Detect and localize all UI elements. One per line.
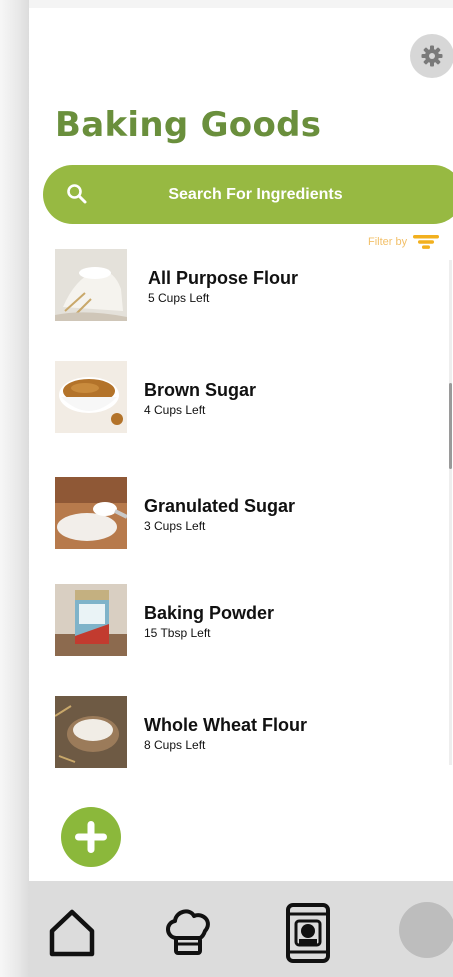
chef-hat-icon (166, 909, 210, 955)
ingredient-quantity: 5 Cups Left (148, 291, 210, 305)
ingredient-quantity: 8 Cups Left (144, 738, 206, 752)
window-edge (0, 0, 29, 977)
filter-label: Filter by (368, 236, 408, 248)
sugar-spoon-photo (55, 477, 127, 549)
ingredient-quantity: 15 Tbsp Left (144, 626, 211, 640)
app-screen: Baking Goods Search For Ingredients Filt… (29, 8, 453, 977)
ingredient-item-brown-sugar[interactable]: Brown Sugar 4 Cups Left (55, 361, 435, 433)
flour-sack-photo (55, 249, 127, 321)
flour-bowl-photo (55, 696, 127, 768)
ingredient-item-whole-wheat-flour[interactable]: Whole Wheat Flour 8 Cups Left (55, 696, 435, 768)
filter-button[interactable]: Filter by (368, 235, 440, 249)
settings-button[interactable] (410, 34, 453, 78)
scrollbar-track[interactable] (449, 260, 452, 765)
page-title: Baking Goods (55, 105, 322, 145)
ingredient-name: Granulated Sugar (144, 496, 296, 516)
nav-home[interactable] (42, 905, 102, 961)
nav-recipes[interactable] (158, 905, 218, 961)
ingredient-quantity: 3 Cups Left (144, 519, 206, 533)
ingredient-name: Whole Wheat Flour (144, 715, 307, 735)
brown-sugar-bowl-photo (55, 361, 127, 433)
nav-pantry[interactable] (278, 903, 338, 963)
bottom-nav (29, 881, 453, 977)
gear-icon (421, 45, 443, 67)
status-strip (29, 0, 453, 8)
ingredient-item-all-purpose-flour[interactable]: All Purpose Flour 5 Cups Left (55, 249, 435, 321)
filter-icon (413, 235, 440, 249)
add-ingredient-button[interactable] (61, 807, 121, 867)
search-input[interactable]: Search For Ingredients (43, 165, 453, 224)
ingredient-name: Brown Sugar (144, 380, 257, 400)
ingredient-item-granulated-sugar[interactable]: Granulated Sugar 3 Cups Left (55, 477, 435, 549)
scrollbar-thumb[interactable] (449, 383, 452, 469)
ingredient-name: All Purpose Flour (148, 268, 299, 288)
home-icon (49, 909, 95, 957)
search-placeholder: Search For Ingredients (168, 186, 343, 203)
ingredient-item-baking-powder[interactable]: Baking Powder 15 Tbsp Left (55, 584, 435, 656)
profile-avatar[interactable] (399, 902, 453, 958)
pantry-jar-icon (286, 903, 330, 963)
baking-powder-can-photo (55, 584, 127, 656)
ingredient-quantity: 4 Cups Left (144, 403, 206, 417)
plus-icon (75, 821, 107, 853)
ingredient-name: Baking Powder (144, 603, 275, 623)
